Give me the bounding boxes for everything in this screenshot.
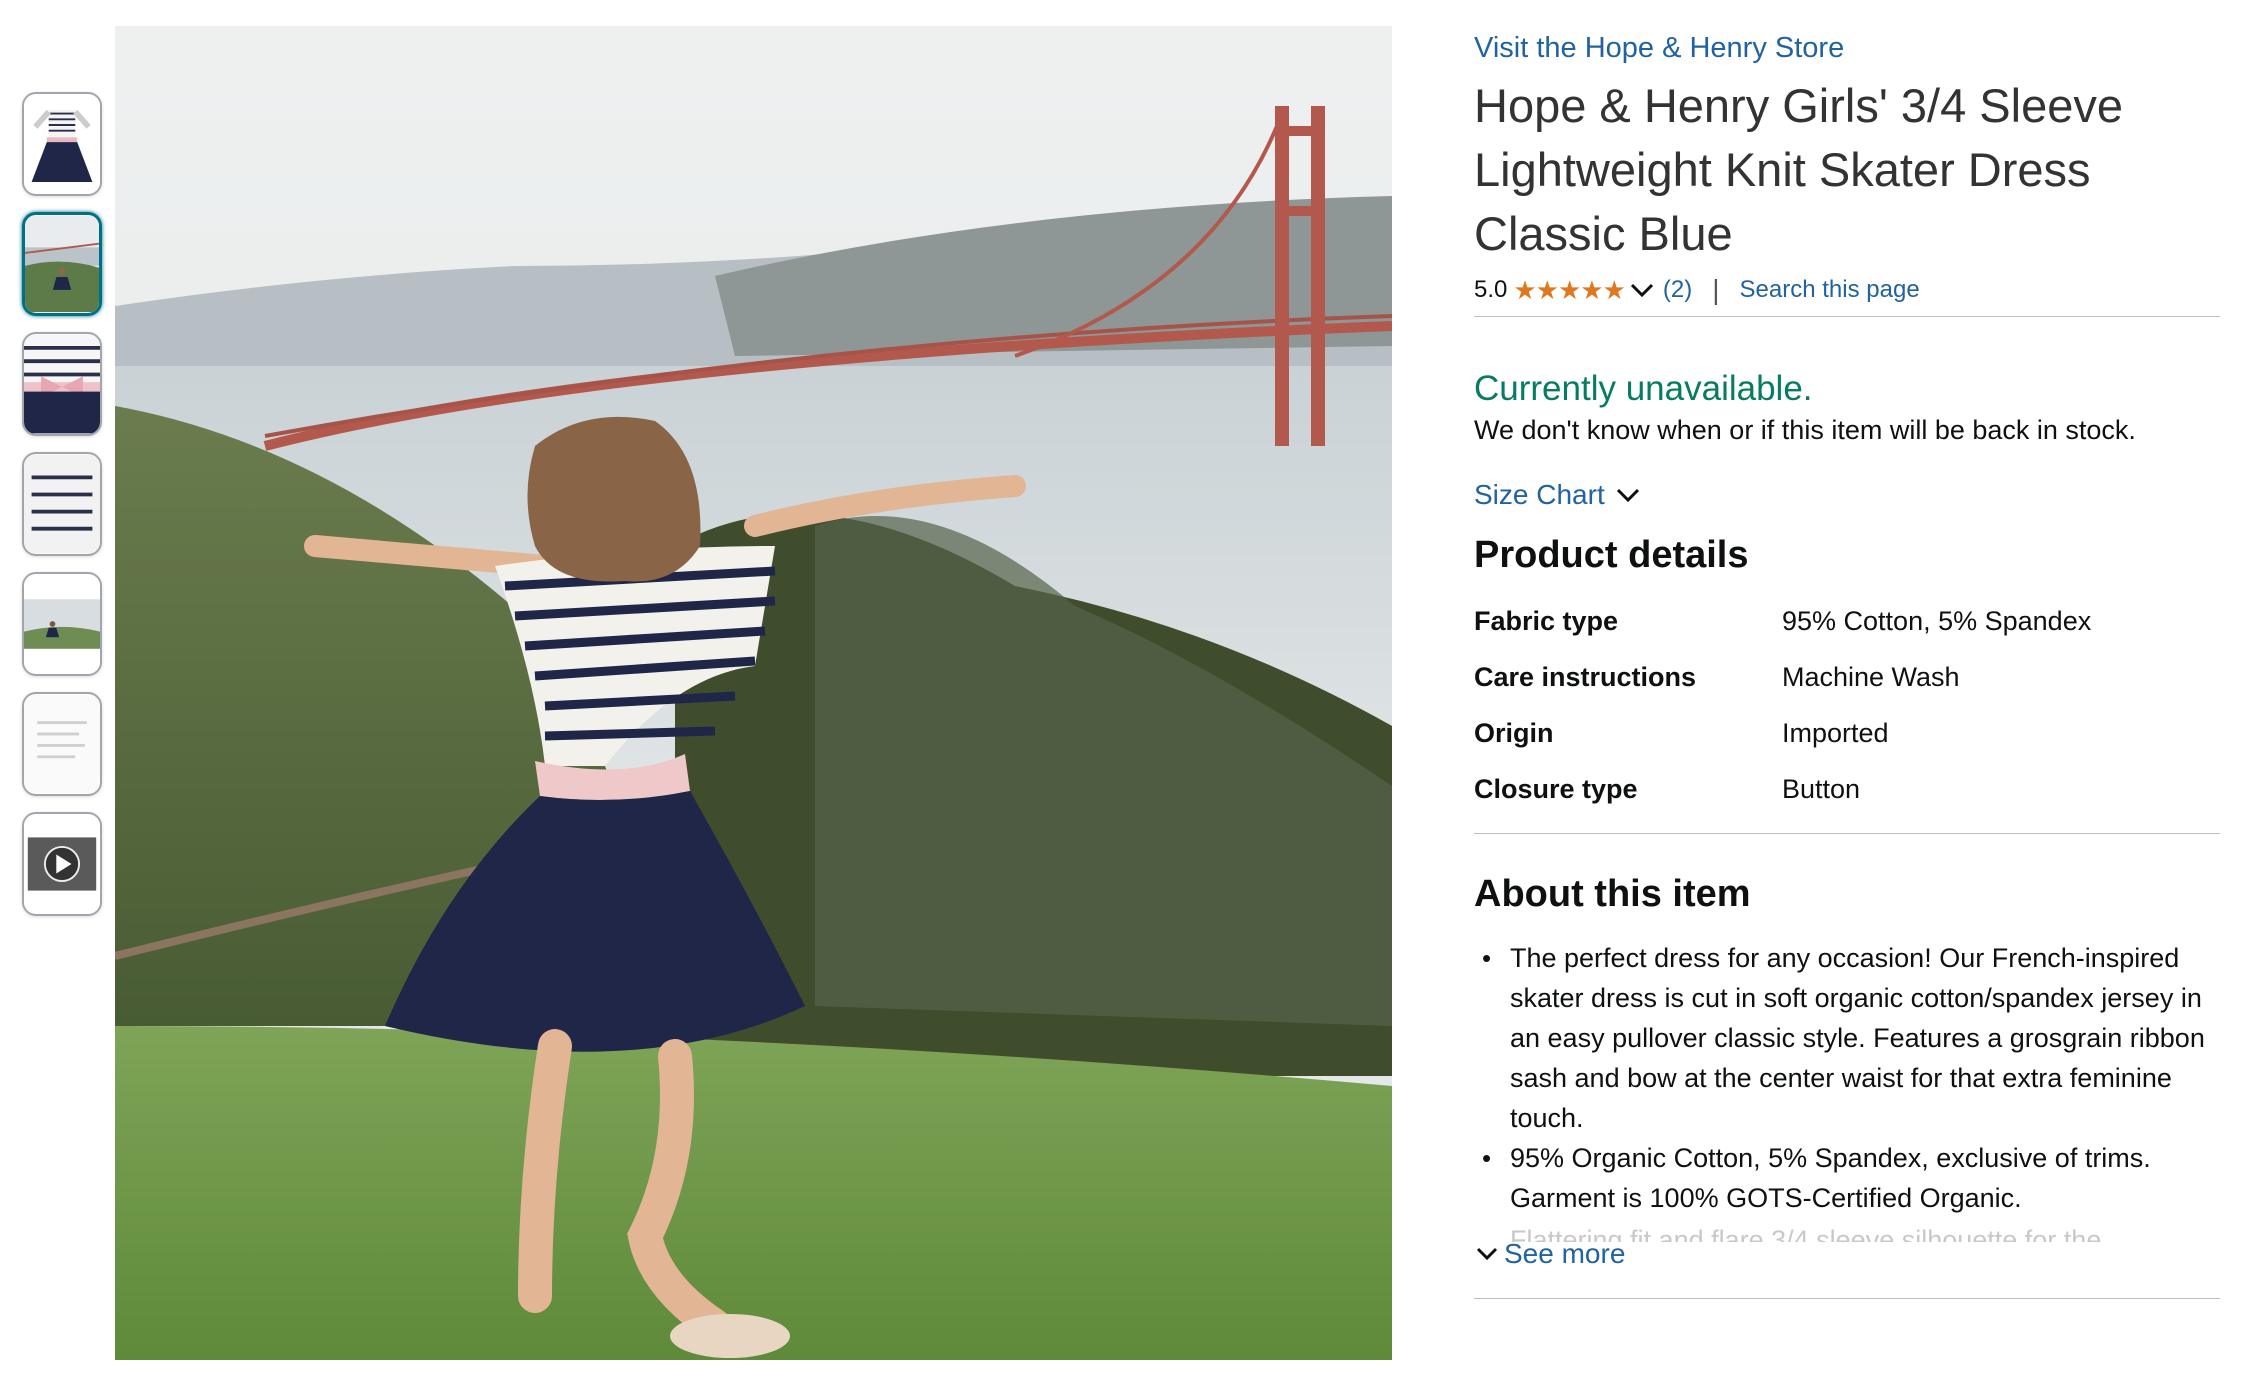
size-chart-label: Size Chart [1474,479,1605,510]
detail-row: Closure type Button [1474,761,2220,817]
detail-row: Fabric type 95% Cotton, 5% Spandex [1474,593,2220,649]
about-heading: About this item [1474,873,1751,915]
thumbnail-dress-front[interactable] [22,92,102,196]
see-more-label: See more [1504,1238,1626,1269]
detail-key: Fabric type [1474,605,1619,636]
detail-value: Imported [1782,717,1889,748]
detail-value: Button [1782,773,1861,804]
size-chart-link[interactable]: Size Chart [1474,479,2220,511]
star-rating-icon[interactable]: ★★★★★ [1513,275,1626,306]
detail-key: Closure type [1474,773,1638,804]
product-info: Visit the Hope & Henry Store Hope & Henr… [1474,26,2220,1299]
see-more-link[interactable]: See more [1474,1238,2220,1270]
thumbnail-bow-detail[interactable] [22,332,102,436]
product-details-table: Fabric type 95% Cotton, 5% Spandex Care … [1474,593,2220,817]
chevron-down-icon [1616,488,1639,503]
search-this-page-link[interactable]: Search this page [1740,276,1920,304]
availability-status: Currently unavailable. [1474,369,1813,408]
rating-value: 5.0 [1474,276,1508,303]
thumbnail-girl-field[interactable] [22,572,102,676]
main-product-image[interactable] [115,26,1392,1360]
store-link[interactable]: Visit the Hope & Henry Store [1474,26,2220,70]
list-item: 95% Organic Cotton, 5% Spandex, exclusiv… [1482,1138,2214,1218]
thumbnail-strip [22,92,104,932]
chevron-down-icon[interactable] [1627,278,1657,302]
divider [1474,833,2220,834]
detail-value: 95% Cotton, 5% Spandex [1782,605,2092,636]
thumbnail-size-chart-image[interactable] [22,692,102,796]
detail-row: Origin Imported [1474,705,2220,761]
separator: | [1712,274,1720,305]
thumbnail-girl-bridge[interactable] [22,212,102,316]
rating-row: 5.0 ★★★★★ (2) | Search this page [1474,270,2220,310]
detail-row: Care instructions Machine Wash [1474,649,2220,705]
about-bullets: The perfect dress for any occasion! Our … [1474,938,2214,1218]
detail-value: Machine Wash [1782,661,1960,692]
thumbnail-video[interactable] [22,812,102,916]
detail-key: Care instructions [1474,661,1697,692]
divider [1474,316,2220,317]
thumbnail-stripe-back[interactable] [22,452,102,556]
product-details-heading: Product details [1474,534,1749,576]
list-item: The perfect dress for any occasion! Our … [1482,938,2214,1138]
detail-key: Origin [1474,717,1554,748]
rating-count-link[interactable]: (2) [1663,276,1692,304]
chevron-down-icon [1476,1247,1498,1261]
divider [1474,1298,2220,1299]
product-title: Hope & Henry Girls' 3/4 Sleeve Lightweig… [1474,79,2123,260]
availability-message: We don't know when or if this item will … [1474,415,2136,445]
